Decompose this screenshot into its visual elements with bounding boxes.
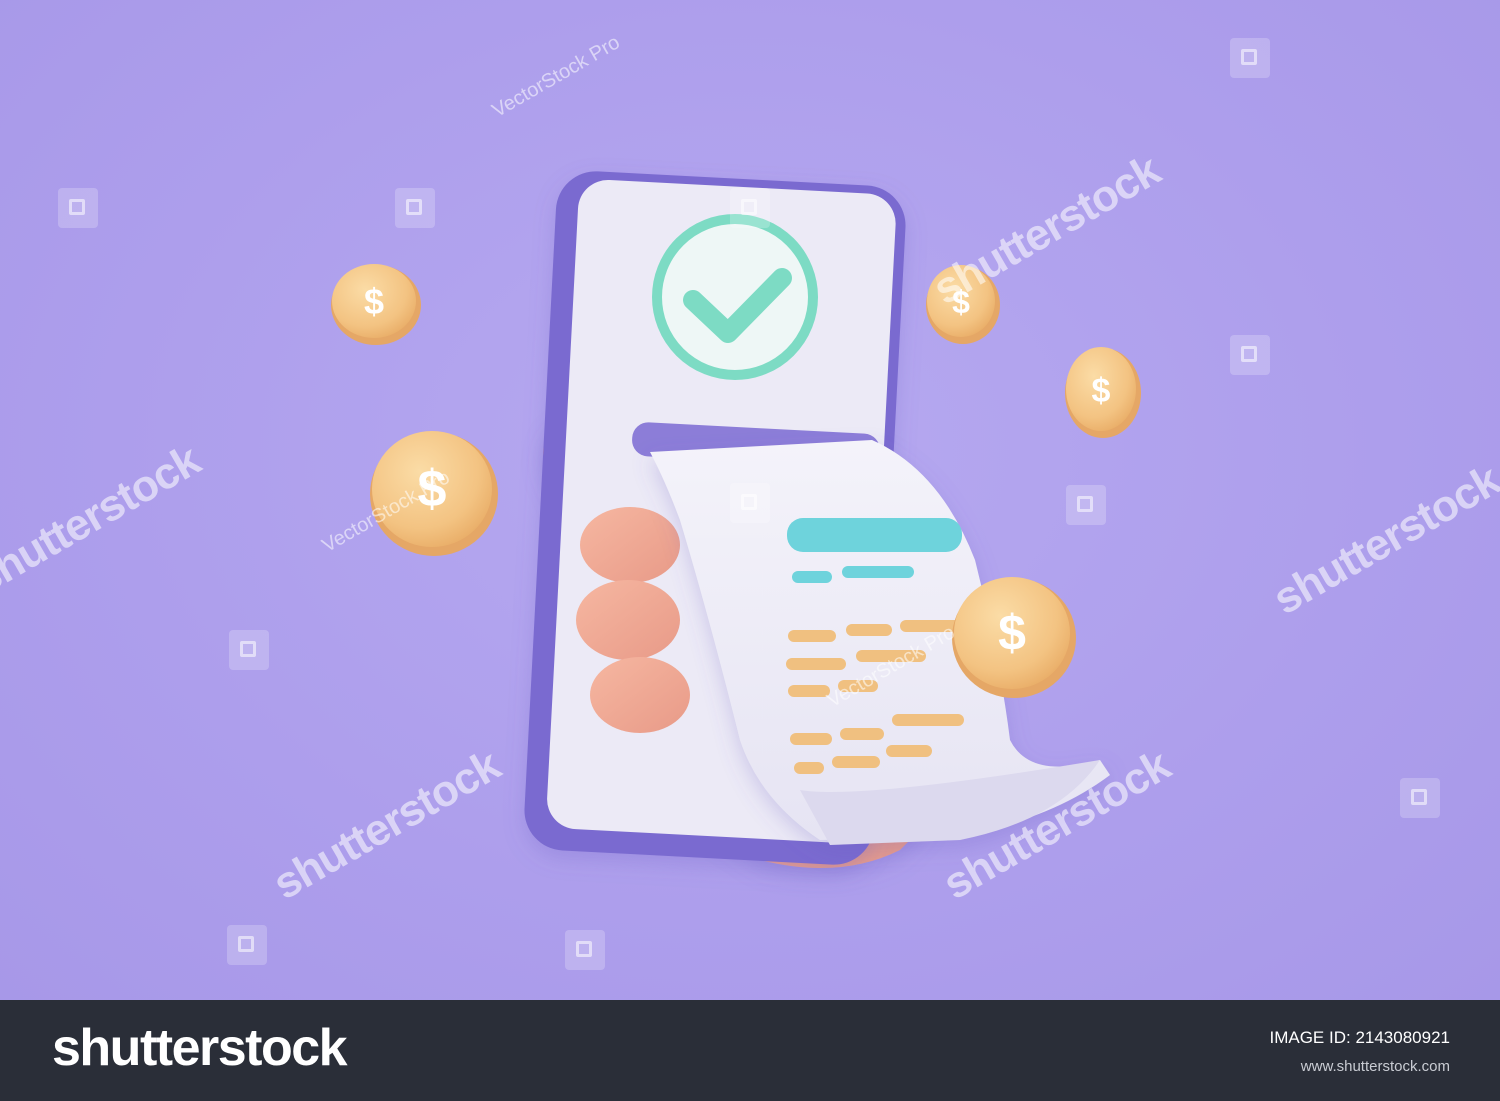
- watermark-mark: [227, 925, 267, 965]
- svg-text:$: $: [364, 281, 384, 322]
- check-icon: [652, 214, 818, 380]
- dollar-coin-icon: $: [952, 577, 1076, 698]
- watermark-mark: [229, 630, 269, 670]
- svg-text:$: $: [952, 284, 970, 320]
- watermark-mark: [1400, 778, 1440, 818]
- dollar-coin-icon: $: [370, 431, 498, 556]
- watermark-mark: [1230, 335, 1270, 375]
- footer-url: www.shutterstock.com: [1300, 1058, 1450, 1075]
- watermark-mark: [730, 188, 770, 228]
- dollar-coin-icon: $: [331, 264, 421, 345]
- illustration-scene: $ $ $ $ $ shutterstock shutterstock shut…: [0, 0, 1500, 1000]
- dollar-coin-icon: $: [926, 265, 1000, 344]
- svg-text:$: $: [998, 605, 1026, 661]
- footer-logo: shutterstock: [52, 1019, 348, 1077]
- hand-fingers: [576, 507, 690, 733]
- svg-text:$: $: [1092, 372, 1111, 410]
- watermark-mark: [1230, 38, 1270, 78]
- watermark-mark: [58, 188, 98, 228]
- image-id-label: IMAGE ID: 2143080921: [1269, 1028, 1450, 1047]
- watermark-mark: [730, 483, 770, 523]
- watermark-mark: [395, 188, 435, 228]
- dollar-coin-icon: $: [1065, 347, 1141, 438]
- footer-bar: shutterstock IMAGE ID: 2143080921 www.sh…: [0, 1000, 1500, 1101]
- svg-text:$: $: [418, 460, 447, 518]
- watermark-mark: [565, 930, 605, 970]
- watermark-mark: [1066, 485, 1106, 525]
